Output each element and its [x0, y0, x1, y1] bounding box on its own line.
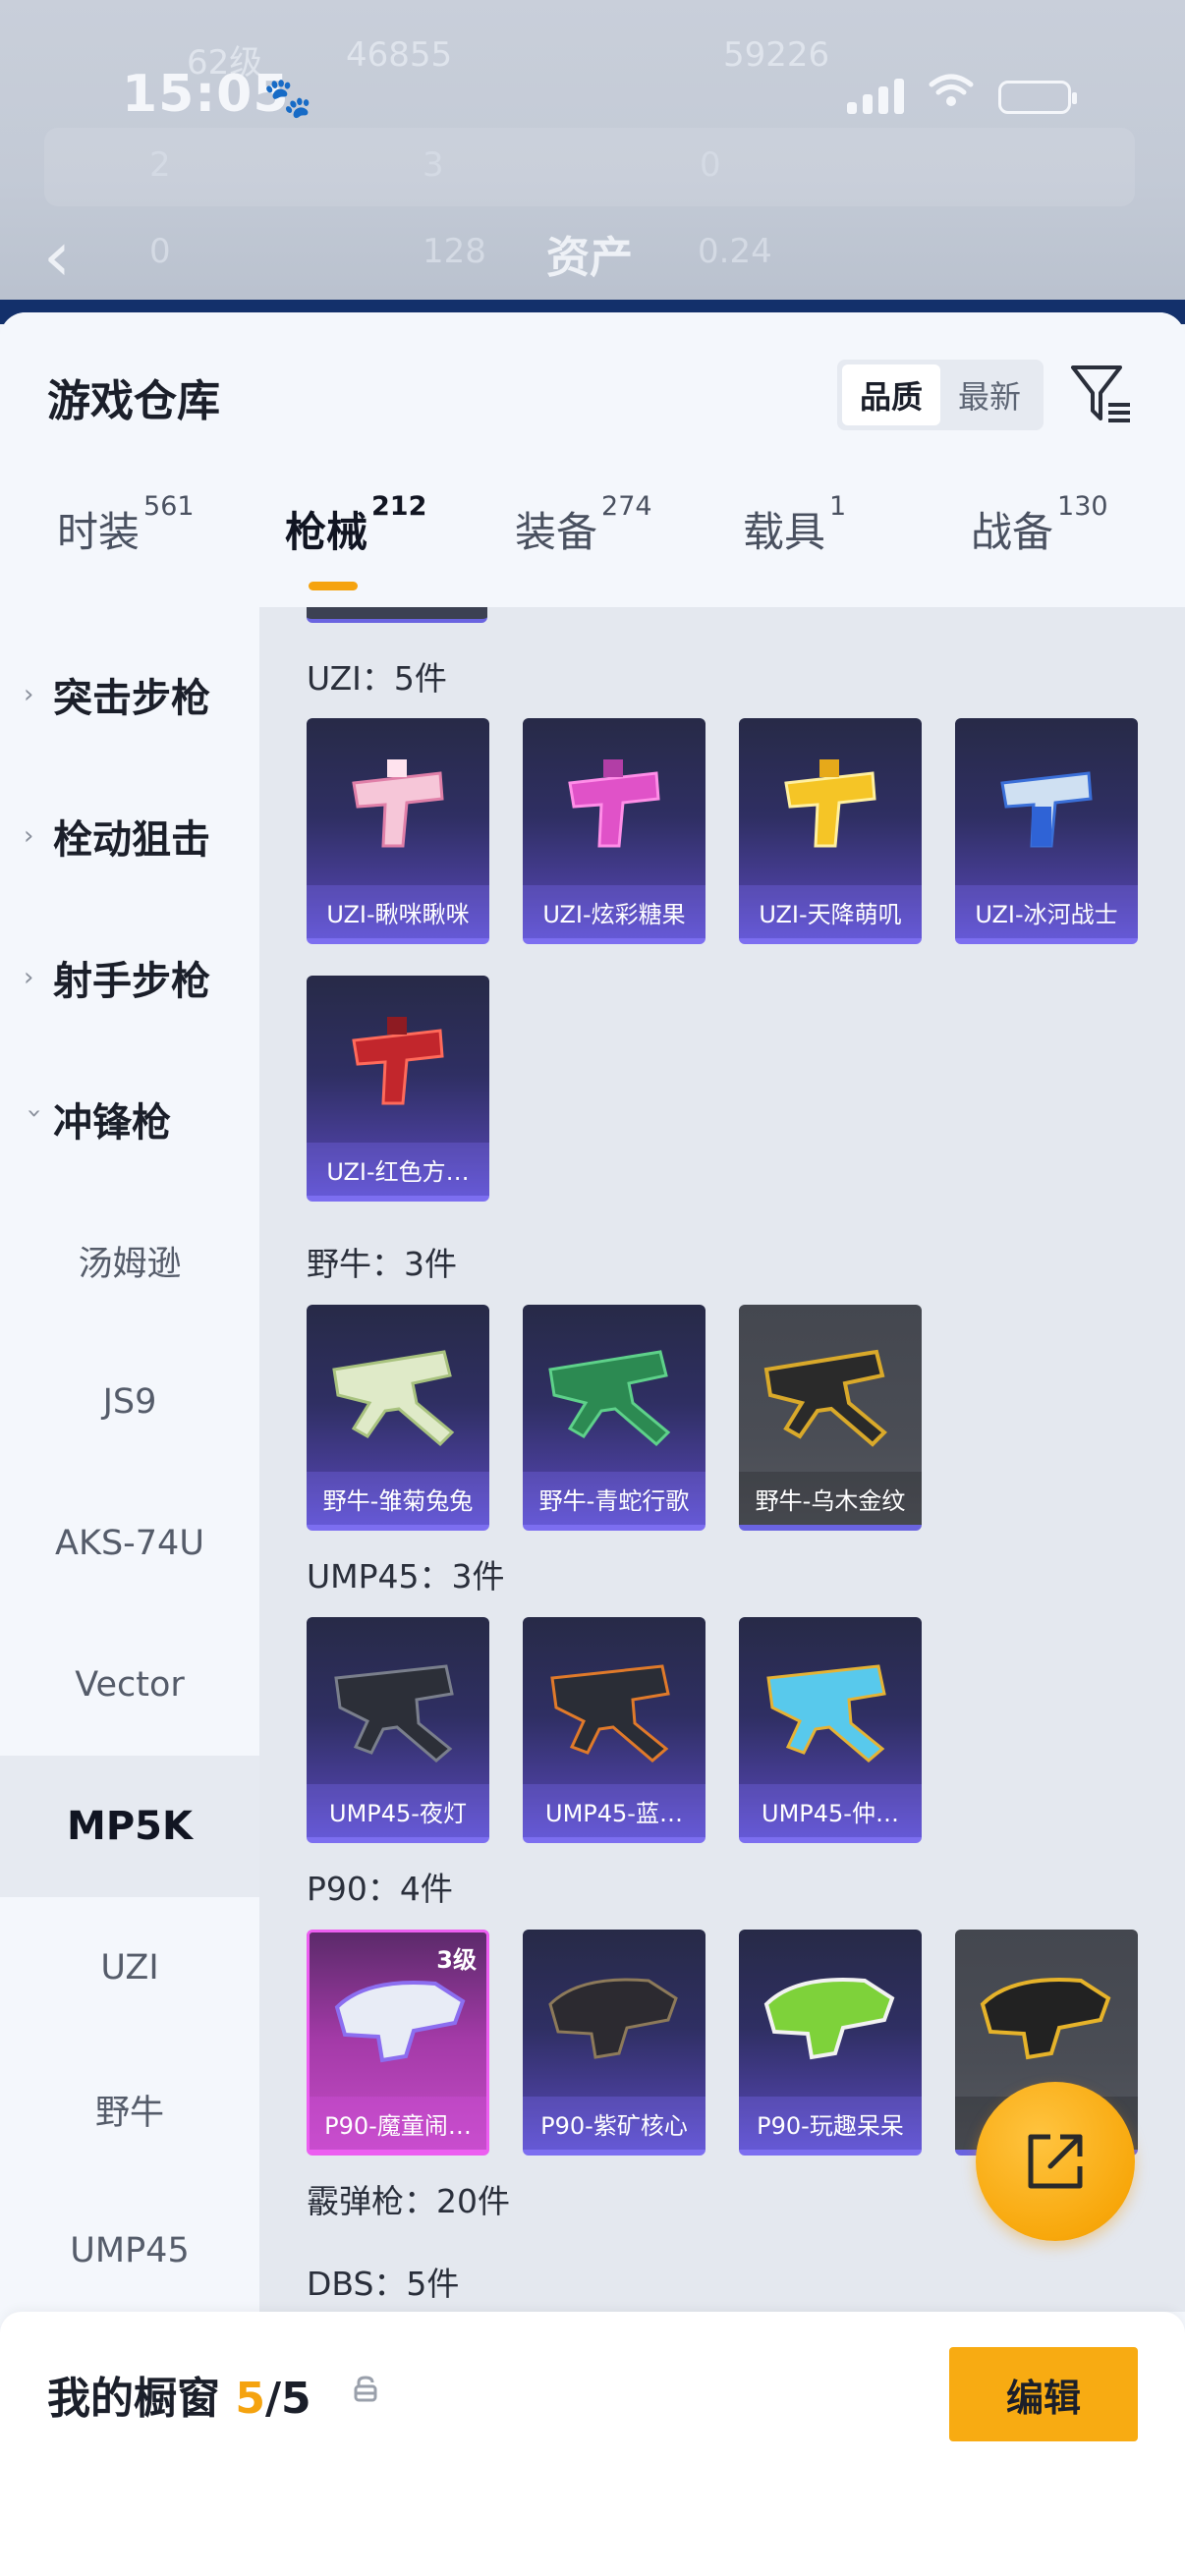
p90-purple-core-icon — [548, 1978, 678, 2059]
p90-playful-icon — [763, 1978, 895, 2060]
active-tab-indicator — [309, 582, 358, 590]
p90-demon-child-icon — [334, 1981, 466, 2063]
bg-score-2: 59226 — [723, 35, 830, 75]
ump45-nightlight-icon — [334, 1664, 454, 1763]
showcase-current: 5 — [235, 2374, 265, 2424]
bg-page-title: 资产 — [546, 233, 633, 283]
weapon-card[interactable]: 野牛-青蛇行歌 — [523, 1305, 705, 1531]
showcase-total: 5 — [281, 2374, 311, 2424]
rail-smg[interactable]: › 冲锋枪 — [0, 1048, 259, 1190]
group-label-shotgun: 霰弹枪：20件 — [307, 2182, 510, 2220]
rail-bolt-sniper[interactable]: › 栓动狙击 — [0, 765, 259, 907]
weapon-card[interactable]: UMP45-夜灯 — [307, 1617, 489, 1843]
external-link-icon — [1028, 2134, 1083, 2189]
rail-sub-js9[interactable]: JS9 — [0, 1331, 259, 1473]
bison-ebony-gold-icon — [763, 1349, 887, 1447]
battery-icon — [998, 81, 1077, 114]
warehouse-sheet: 游戏仓库 品质 最新 时装561 枪械212 装备274 载具1 战备130 ›… — [0, 312, 1185, 2576]
weapon-card[interactable]: UZI-冰河战士 — [955, 718, 1138, 944]
ump45-aqua-icon — [766, 1664, 886, 1763]
bg-stat: 128 — [423, 232, 486, 271]
weapon-card[interactable]: UZI-瞅咪瞅咪 — [307, 718, 489, 944]
weapon-card[interactable]: P90-玩趣呆呆 — [739, 1930, 922, 2156]
share-fab[interactable] — [976, 2082, 1135, 2241]
showcase-label: 我的橱窗 5/5 — [47, 2374, 311, 2424]
bison-daisy-icon — [332, 1350, 455, 1447]
rail-sub-ump45[interactable]: UMP45 — [0, 2180, 259, 2322]
tab-vehicles[interactable]: 载具1 — [743, 491, 846, 559]
category-rail: › 突击步枪 › 栓动狙击 › 射手步枪 › 冲锋枪 汤姆逊 JS9 AKS-74U V… — [0, 607, 259, 2312]
signal-icon — [847, 79, 906, 114]
rail-sub-uzi[interactable]: UZI — [0, 1897, 259, 2039]
rail-sub-thompson[interactable]: 汤姆逊 — [0, 1190, 259, 1331]
paw-icon: 🐾 — [263, 76, 312, 121]
tab-firearms[interactable]: 枪械212 — [285, 491, 426, 559]
weapon-card[interactable]: UMP45-蓝… — [523, 1617, 705, 1843]
weapon-card[interactable]: UZI-炫彩糖果 — [523, 718, 705, 944]
ump45-blue-icon — [550, 1664, 670, 1763]
rail-marksman-rifle[interactable]: › 射手步枪 — [0, 907, 259, 1048]
sort-quality[interactable]: 品质 — [842, 364, 940, 425]
chevron-right-icon: › — [24, 821, 34, 851]
sheet-title: 游戏仓库 — [47, 376, 220, 426]
weapon-card[interactable]: 野牛-乌木金纹 — [739, 1305, 922, 1531]
sort-toggle: 品质 最新 — [837, 360, 1044, 430]
rail-assault-rifle[interactable]: › 突击步枪 — [0, 624, 259, 765]
weapon-card[interactable]: UZI-天降萌叽 — [739, 718, 922, 944]
bg-score: 46855 — [346, 35, 453, 75]
weapon-card[interactable]: 3级 P90-魔童闹… — [307, 1930, 489, 2156]
bison-serpent-icon — [548, 1350, 671, 1447]
uzi-candy-icon — [568, 759, 660, 848]
lock-icon — [354, 2376, 377, 2402]
tab-equipment[interactable]: 装备274 — [515, 491, 652, 559]
back-chevron-icon[interactable]: ‹ — [43, 216, 71, 297]
uzi-glacier-icon — [1000, 771, 1093, 848]
bg-stat: 3 — [423, 145, 444, 185]
group-label-ump45: UMP45：3件 — [307, 1557, 505, 1596]
bg-stat: 2 — [149, 145, 171, 185]
bg-stat: 0 — [700, 145, 721, 185]
weapon-card[interactable]: P90-紫矿核心 — [523, 1930, 705, 2156]
background-page: 62级 46855 59226 2 3 0 0 128 0.24 15:05 🐾… — [0, 0, 1185, 324]
wifi-icon — [928, 71, 975, 121]
rail-sub-aks74u[interactable]: AKS-74U — [0, 1473, 259, 1614]
bg-stat: 0 — [149, 232, 171, 271]
chevron-right-icon: › — [24, 680, 34, 709]
tab-tactical[interactable]: 战备130 — [971, 491, 1108, 559]
uzi-yellow-icon — [784, 759, 876, 848]
group-label-p90: P90：4件 — [307, 1870, 453, 1908]
chevron-down-icon: › — [20, 1108, 49, 1119]
category-tabs: 时装561 枪械212 装备274 载具1 战备130 — [0, 491, 1185, 607]
sheet-header: 游戏仓库 品质 最新 时装561 枪械212 装备274 载具1 战备130 — [0, 312, 1185, 607]
sort-newest[interactable]: 最新 — [940, 364, 1039, 425]
group-label-uzi: UZI：5件 — [307, 659, 447, 698]
filter-icon[interactable] — [1069, 362, 1134, 426]
bg-stat: 0.24 — [698, 232, 772, 271]
rail-sub-vector[interactable]: Vector — [0, 1614, 259, 1756]
bg-stats-row — [44, 128, 1135, 206]
weapon-grid: UZI：5件 UZI-瞅咪瞅咪 UZI-炫彩糖果 UZI-天降萌叽 UZI-冰河… — [259, 607, 1185, 2312]
tab-fashion[interactable]: 时装561 — [57, 491, 195, 559]
edit-button[interactable]: 编辑 — [949, 2347, 1138, 2441]
p90-gold-icon — [980, 1978, 1111, 2060]
showcase-bar: 我的橱窗 5/5 编辑 — [0, 2312, 1185, 2576]
chevron-right-icon: › — [24, 963, 34, 992]
weapon-card[interactable]: 野牛-雏菊兔兔 — [307, 1305, 489, 1531]
weapon-card[interactable]: UMP45-仲… — [739, 1617, 922, 1843]
card-stub — [307, 607, 487, 623]
weapon-card[interactable]: UZI-红色方… — [307, 976, 489, 1202]
uzi-pink-icon — [352, 759, 444, 848]
rail-sub-mp5k[interactable]: MP5K — [0, 1756, 259, 1897]
group-label-dbs: DBS：5件 — [307, 2265, 460, 2303]
rail-sub-bison[interactable]: 野牛 — [0, 2039, 259, 2180]
uzi-red-icon — [352, 1017, 444, 1105]
group-label-bison: 野牛：3件 — [307, 1245, 457, 1283]
